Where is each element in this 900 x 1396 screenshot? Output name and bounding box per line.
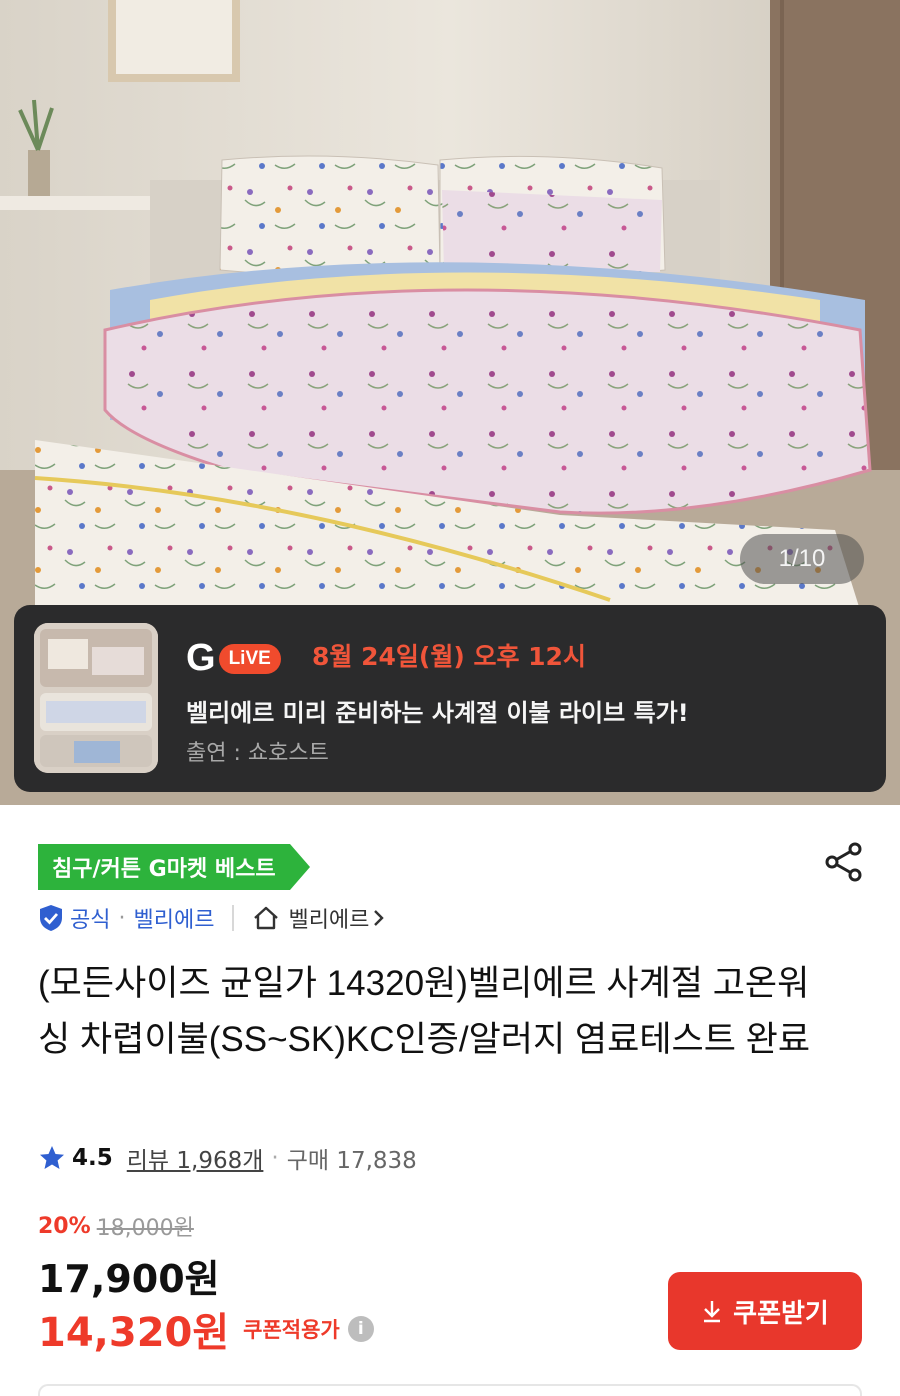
get-coupon-button[interactable]: 쿠폰받기 xyxy=(668,1272,862,1350)
purchase-count: 구매 17,838 xyxy=(286,1148,417,1174)
coupon-price-row: 14,320원 쿠폰적용가 i xyxy=(38,1300,374,1358)
sale-price: 17,900원 xyxy=(38,1257,220,1301)
review-link[interactable]: 리뷰 1,968개 xyxy=(127,1141,264,1175)
badge-arrow xyxy=(289,844,310,890)
live-title: 벨리에르 미리 준비하는 사계절 이불 라이브 특가! xyxy=(186,699,689,727)
divider xyxy=(232,905,235,931)
brand-link[interactable]: 벨리에르 xyxy=(133,902,214,934)
info-icon[interactable]: i xyxy=(347,1316,374,1342)
share-icon[interactable] xyxy=(822,840,866,884)
best-badge[interactable]: 침구/커튼 G마켓 베스트 xyxy=(38,844,310,890)
image-counter: 1/10 xyxy=(740,534,864,584)
star-icon xyxy=(38,1144,66,1172)
separator-dot: · xyxy=(271,1145,279,1171)
separator-dot: · xyxy=(118,905,126,931)
store-name: 벨리에르 xyxy=(288,908,370,933)
live-badge: LiVE xyxy=(218,643,281,674)
chevron-right-icon xyxy=(373,908,385,928)
g-live-logo: G LiVE xyxy=(186,637,281,680)
rating-value: 4.5 xyxy=(72,1145,113,1171)
discount-row: 20% 18,000원 xyxy=(38,1210,194,1242)
live-thumbnail xyxy=(34,623,158,773)
coupon-applied-label: 쿠폰적용가 xyxy=(243,1318,340,1342)
discount-percent: 20% xyxy=(38,1213,91,1239)
best-badge-label: 침구/커튼 G마켓 베스트 xyxy=(38,844,290,890)
store-link[interactable]: 벨리에르 xyxy=(252,902,385,934)
official-label: 공식 xyxy=(70,908,111,933)
home-icon xyxy=(252,905,280,931)
g-logo-letter: G xyxy=(186,637,216,679)
live-cast: 출연 : 쇼호스트 xyxy=(186,741,329,766)
original-price: 18,000원 xyxy=(96,1216,194,1241)
product-title: (모든사이즈 균일가 14320원)벨리에르 사계절 고온워싱 차렵이불(SS~… xyxy=(38,964,811,1059)
seller-row: 공식 · 벨리에르 벨리에르 xyxy=(38,898,385,938)
shield-check-icon xyxy=(38,904,64,932)
coupon-price: 14,320원 xyxy=(38,1310,230,1356)
next-section-edge xyxy=(38,1384,862,1396)
rating-row: 4.5 리뷰 1,968개 · 구매 17,838 xyxy=(38,1138,417,1178)
get-coupon-label: 쿠폰받기 xyxy=(733,1298,829,1329)
download-icon xyxy=(701,1299,723,1323)
live-broadcast-card[interactable]: G LiVE 8월 24일(월) 오후 12시 벨리에르 미리 준비하는 사계절… xyxy=(14,605,886,792)
live-date: 8월 24일(월) 오후 12시 xyxy=(312,642,586,671)
